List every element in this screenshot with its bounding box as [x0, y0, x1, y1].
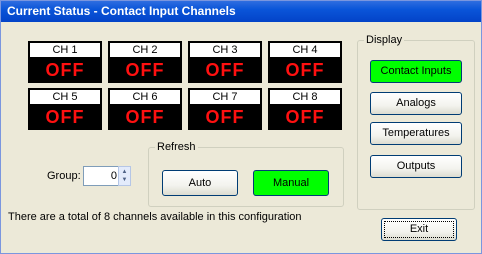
contact-inputs-button[interactable]: Contact Inputs: [370, 60, 462, 83]
window-title: Current Status - Contact Input Channels: [1, 1, 481, 22]
channel-indicator-4: CH 4 OFF: [268, 41, 342, 83]
status-window: Current Status - Contact Input Channels …: [0, 0, 482, 254]
group-spinner: ▲ ▼: [118, 166, 131, 186]
group-label: Group:: [47, 170, 81, 182]
channel-label: CH 2: [110, 43, 180, 57]
channel-label: CH 7: [190, 90, 260, 104]
display-legend: Display: [366, 34, 403, 46]
channel-indicator-7: CH 7 OFF: [188, 88, 262, 130]
channel-label: CH 5: [30, 90, 100, 104]
channel-indicator-2: CH 2 OFF: [108, 41, 182, 83]
channel-status: OFF: [285, 60, 325, 80]
spin-down-icon[interactable]: ▼: [119, 176, 130, 184]
window-client: CH 1 OFF CH 2 OFF CH 3 OFF CH 4 OFF CH 5…: [1, 22, 481, 253]
exit-button[interactable]: Exit: [381, 218, 457, 241]
channel-label: CH 8: [270, 90, 340, 104]
manual-button[interactable]: Manual: [253, 170, 329, 196]
outputs-button[interactable]: Outputs: [370, 155, 462, 178]
channel-indicator-3: CH 3 OFF: [188, 41, 262, 83]
channel-status: OFF: [205, 107, 245, 127]
channel-label: CH 4: [270, 43, 340, 57]
channel-indicator-1: CH 1 OFF: [28, 41, 102, 83]
temperatures-button[interactable]: Temperatures: [370, 122, 462, 145]
channel-indicator-5: CH 5 OFF: [28, 88, 102, 130]
channel-indicator-8: CH 8 OFF: [268, 88, 342, 130]
channel-status: OFF: [125, 107, 165, 127]
channel-status: OFF: [285, 107, 325, 127]
analogs-button[interactable]: Analogs: [370, 92, 462, 115]
channel-label: CH 3: [190, 43, 260, 57]
group-input[interactable]: 0: [83, 166, 120, 186]
refresh-legend: Refresh: [157, 141, 196, 153]
channel-label: CH 1: [30, 43, 100, 57]
channel-indicator-6: CH 6 OFF: [108, 88, 182, 130]
channel-status: OFF: [125, 60, 165, 80]
channel-status: OFF: [45, 107, 85, 127]
auto-button[interactable]: Auto: [162, 170, 238, 196]
spin-up-icon[interactable]: ▲: [119, 168, 130, 176]
exit-label: Exit: [409, 223, 429, 235]
channel-count-info: There are a total of 8 channels availabl…: [8, 211, 302, 223]
channel-label: CH 6: [110, 90, 180, 104]
channel-status: OFF: [45, 60, 85, 80]
channel-status: OFF: [205, 60, 245, 80]
